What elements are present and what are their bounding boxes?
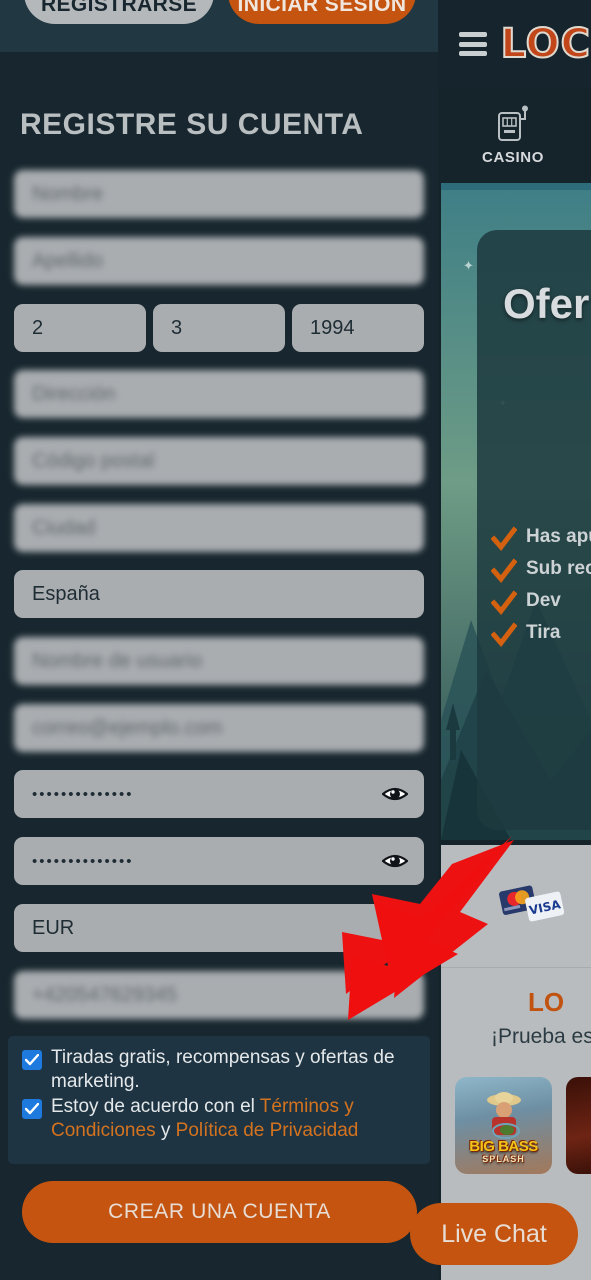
promo-bullet-list: Has apu Sub rec Dev Tira bbox=[491, 526, 591, 654]
hamburger-menu-icon[interactable] bbox=[459, 32, 487, 56]
promo-title: Ofer bbox=[503, 280, 590, 327]
address-input[interactable] bbox=[14, 370, 424, 418]
site-header: LOC bbox=[435, 0, 591, 88]
phone-input[interactable] bbox=[14, 971, 424, 1019]
check-icon bbox=[491, 558, 517, 583]
promo-bullet-text: Has apu bbox=[526, 526, 591, 547]
consent-terms-joiner: y bbox=[155, 1119, 176, 1141]
lower-promo-title: LO bbox=[527, 987, 565, 1017]
promo-bullet: Tira bbox=[491, 622, 591, 648]
check-icon bbox=[25, 1054, 39, 1066]
sparkle-icon: ✦ bbox=[463, 258, 474, 273]
promo-bullet-text: Sub rec bbox=[526, 558, 591, 579]
birth-day-input[interactable] bbox=[14, 304, 146, 352]
toggle-password-visibility-icon[interactable] bbox=[382, 783, 408, 805]
password-confirm-field-wrap bbox=[14, 837, 424, 885]
birth-month-input[interactable] bbox=[153, 304, 285, 352]
currency-select[interactable] bbox=[14, 904, 424, 952]
live-chat-widget[interactable]: Live Chat bbox=[410, 1203, 578, 1265]
game-thumbnail[interactable]: BIG BASS SPLASH bbox=[455, 1077, 552, 1174]
check-icon bbox=[491, 590, 517, 615]
username-input[interactable] bbox=[14, 637, 424, 685]
game-title-main: BIG BASS bbox=[469, 1138, 538, 1155]
divider bbox=[441, 967, 591, 968]
password-field-wrap bbox=[14, 770, 424, 818]
promo-card: Ofer Has apu Sub rec Dev bbox=[477, 230, 591, 830]
lower-promo-subtitle: ¡Prueba es bbox=[491, 1025, 591, 1048]
email-input[interactable] bbox=[14, 704, 424, 752]
check-icon bbox=[491, 622, 517, 647]
country-select[interactable] bbox=[14, 570, 424, 618]
screen-root: LOC CASINO ✦ ✦ bbox=[0, 0, 591, 1280]
consent-marketing-row[interactable]: Tiradas gratis, recompensas y ofertas de… bbox=[22, 1046, 416, 1093]
check-icon bbox=[25, 1103, 39, 1115]
promo-bullet: Dev bbox=[491, 590, 591, 616]
birth-year-input[interactable] bbox=[292, 304, 424, 352]
nav-label-casino: CASINO bbox=[482, 149, 544, 166]
promo-bullet: Sub rec bbox=[491, 558, 591, 584]
game-thumbnail-row: BIG BASS SPLASH bbox=[455, 1077, 591, 1174]
create-account-button[interactable]: CREAR UNA CUENTA bbox=[22, 1181, 417, 1243]
checkbox-terms[interactable] bbox=[22, 1099, 42, 1120]
tab-registrarse[interactable]: REGISTRARSE bbox=[24, 0, 214, 24]
checkbox-marketing[interactable] bbox=[22, 1050, 42, 1070]
password-confirm-input[interactable] bbox=[14, 837, 424, 885]
consent-terms-label: Estoy de acuerdo con el Términos y Condi… bbox=[51, 1095, 416, 1142]
toggle-password-confirm-visibility-icon[interactable] bbox=[382, 850, 408, 872]
tab-iniciar-sesion[interactable]: INICIAR SESIÓN bbox=[228, 0, 416, 24]
first-name-input[interactable] bbox=[14, 170, 424, 218]
city-input[interactable] bbox=[14, 504, 424, 552]
promo-bullet: Has apu bbox=[491, 526, 591, 552]
check-icon bbox=[491, 526, 517, 551]
payment-icons: VISA bbox=[499, 885, 565, 922]
privacy-policy-link[interactable]: Política de Privacidad bbox=[176, 1120, 359, 1141]
postal-code-input[interactable] bbox=[14, 437, 424, 485]
game-title-sub: SPLASH bbox=[482, 1154, 525, 1164]
page-title: REGISTRE SU CUENTA bbox=[20, 108, 364, 141]
brand-logo[interactable]: LOC bbox=[500, 23, 591, 65]
consent-marketing-label: Tiradas gratis, recompensas y ofertas de… bbox=[51, 1047, 395, 1092]
consent-terms-row[interactable]: Estoy de acuerdo con el Términos y Condi… bbox=[22, 1095, 416, 1142]
consent-terms-prefix: Estoy de acuerdo con el bbox=[51, 1096, 260, 1118]
slot-machine-icon bbox=[498, 105, 528, 141]
game-thumbnail[interactable] bbox=[566, 1077, 591, 1174]
promo-bullet-text: Tira bbox=[526, 622, 561, 643]
character-illustration bbox=[587, 1091, 591, 1141]
promo-bullet-text: Dev bbox=[526, 590, 561, 611]
promo-banner[interactable]: ✦ ✦ Ofer Has apu Sub rec Dev bbox=[441, 190, 591, 840]
registration-modal: REGISTRARSE INICIAR SESIÓN REGISTRE SU C… bbox=[0, 0, 438, 1280]
fisherman-illustration bbox=[486, 1092, 521, 1139]
game-title: BIG BASS SPLASH bbox=[455, 1139, 552, 1164]
password-input[interactable] bbox=[14, 770, 424, 818]
last-name-input[interactable] bbox=[14, 237, 424, 285]
consent-section: Tiradas gratis, recompensas y ofertas de… bbox=[8, 1036, 430, 1164]
background-page: LOC CASINO ✦ ✦ bbox=[435, 0, 591, 1280]
nav-item-casino[interactable]: CASINO bbox=[435, 88, 591, 183]
